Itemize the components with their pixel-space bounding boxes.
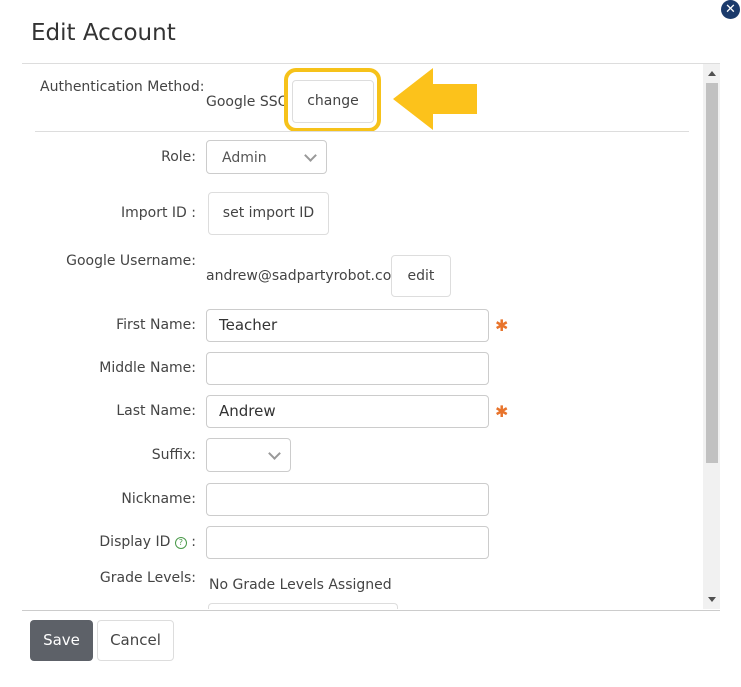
cancel-button[interactable]: Cancel: [97, 620, 174, 661]
auth-method-label: Authentication Method:: [40, 79, 205, 95]
first-name-input[interactable]: Teacher: [206, 309, 489, 342]
scrollbar[interactable]: [703, 64, 720, 609]
google-username-label: Google Username:: [66, 253, 196, 269]
arrow-icon: [393, 68, 477, 130]
grade-levels-label: Grade Levels:: [99, 570, 196, 586]
close-icon[interactable]: ✕: [721, 0, 740, 19]
divider: [35, 131, 689, 132]
google-username-value: andrew@sadpartyrobot.com: [206, 268, 405, 284]
chevron-down-icon: [268, 447, 281, 460]
middle-name-input[interactable]: [206, 352, 489, 385]
save-button[interactable]: Save: [30, 620, 93, 661]
scroll-thumb[interactable]: [706, 83, 718, 463]
help-icon[interactable]: ?: [174, 537, 187, 549]
suffix-label: Suffix:: [151, 447, 196, 463]
display-id-label: Display ID ? :: [60, 534, 196, 550]
set-import-id-button[interactable]: set import ID: [208, 192, 329, 235]
first-name-label: First Name:: [116, 317, 196, 333]
middle-name-label: Middle Name:: [99, 360, 196, 376]
last-name-input[interactable]: Andrew: [206, 395, 489, 428]
suffix-select[interactable]: [206, 438, 291, 472]
nickname-label: Nickname:: [121, 491, 196, 507]
role-select-value: Admin: [222, 150, 267, 166]
scroll-up-arrow-icon[interactable]: [708, 71, 716, 76]
last-name-label: Last Name:: [116, 403, 196, 419]
auth-method-value: Google SSO: [206, 94, 289, 110]
role-label: Role:: [161, 149, 196, 165]
display-id-input[interactable]: [206, 526, 489, 559]
edit-account-dialog: ✕ Edit Account Authentication Method: Go…: [0, 0, 741, 687]
grade-levels-select[interactable]: [208, 603, 398, 609]
edit-username-button[interactable]: edit: [391, 255, 451, 297]
required-asterisk-icon: ✱: [495, 316, 509, 335]
role-select[interactable]: Admin: [206, 140, 327, 174]
scroll-down-arrow-icon[interactable]: [708, 597, 716, 602]
chevron-down-icon: [304, 149, 317, 162]
display-id-label-colon: :: [191, 534, 196, 550]
import-id-label: Import ID :: [121, 205, 196, 221]
required-asterisk-icon: ✱: [495, 402, 509, 421]
dialog-title: Edit Account: [31, 20, 176, 46]
highlight-box: [284, 68, 381, 132]
display-id-label-text: Display ID: [99, 534, 171, 550]
grade-levels-value: No Grade Levels Assigned: [209, 577, 392, 593]
nickname-input[interactable]: [206, 483, 489, 516]
